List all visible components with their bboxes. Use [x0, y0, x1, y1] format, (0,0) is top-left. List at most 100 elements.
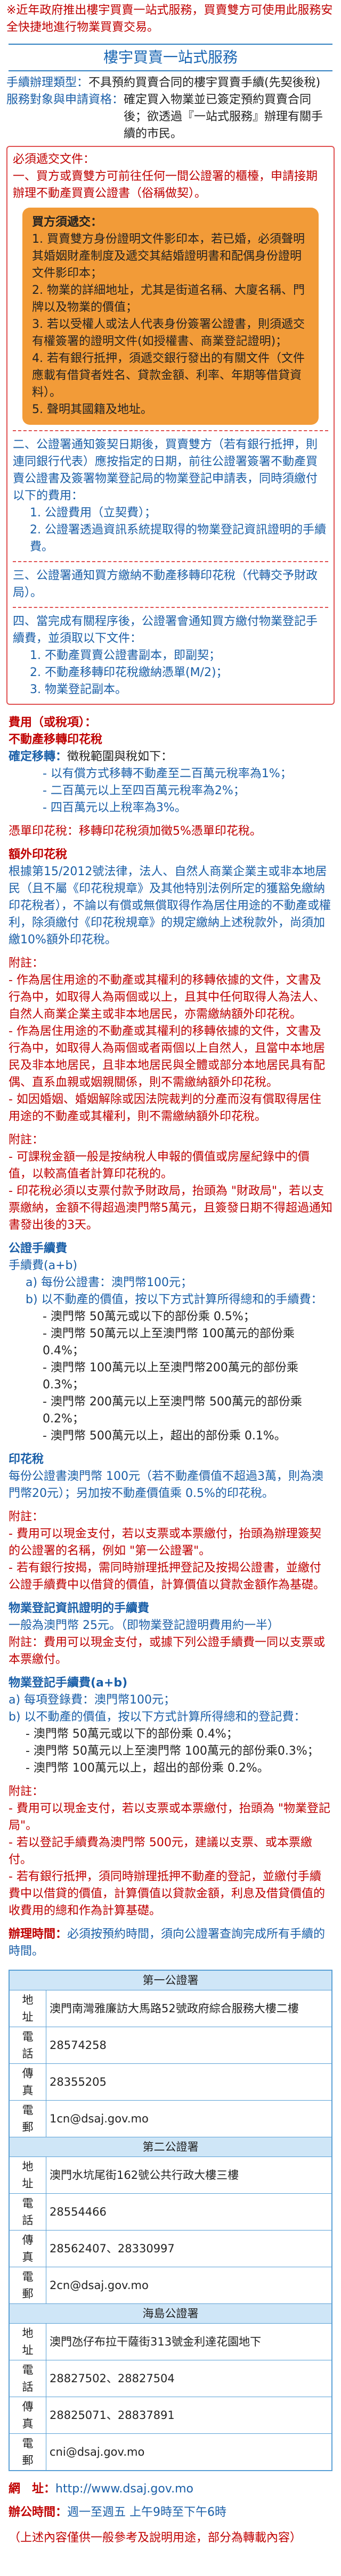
list-item: - 若以登記手續費為澳門幣 500元，建議以支票、或本票繳付。 — [9, 1836, 312, 1866]
extra-stamp-text: 根據第15/2012號法律，法人、自然人商業企業主或非本地居民（且不屬《印花稅規… — [9, 865, 331, 947]
website-row: 網 址：http://www.dsaj.gov.mo — [0, 2478, 341, 2501]
step3-text: 公證署通知買方繳納不動產移轉印花稅（代轉交予財政局）。 — [13, 569, 318, 599]
email-label: 電 郵 — [9, 2433, 46, 2471]
surcharge-text: 憑單印花稅：移轉印花稅須加徵5%憑單印花稅。 — [9, 825, 262, 838]
list-item: 4. 若有銀行抵押，須遞交銀行發出的有關文件（文件應載有借貸者姓名、貸款金額、利… — [32, 352, 305, 399]
registry-fee-section: 物業登記資訊證明的手續費 一般為澳門幣 25元。（即物業登記證明費用約一半） 附… — [0, 1597, 341, 1672]
step3-num: 三、 — [13, 569, 37, 582]
list-item: - 如因婚姻、婚姻解除或因法院裁判的分產而沒有償取得居住用途的不動產或其權利，則… — [9, 1093, 321, 1123]
appendix-heading: 附註： — [9, 957, 44, 970]
buyer-box-heading: 買方須遞交： — [32, 216, 103, 229]
step2: 二、公證署通知簽契日期後，買賣雙方（若有銀行抵押，則連同銀行代表）應按指定的日期… — [13, 437, 328, 556]
office-fax: 28355205 — [46, 2063, 332, 2101]
property-fee-heading: 物業登記手續費(a+b) — [9, 1676, 128, 1690]
office-address: 澳門南灣雅廉訪大馬路52號政府綜合服務大樓二樓 — [46, 1990, 332, 2027]
buyer-documents-list: 1. 買賣雙方身份證明文件影印本，若已婚，必須聲明其婚姻財產制度及遞交其結婚證明… — [32, 231, 309, 418]
list-item: - 印花稅必須以支票付款予財政局，抬頭為 "財政局"，若以支票繳納，金額不得超過… — [9, 1184, 332, 1232]
appendix-heading: 附註： — [9, 1510, 44, 1524]
divider — [13, 607, 328, 608]
rate-label: 確定移轉： — [9, 750, 68, 763]
divider — [13, 430, 328, 431]
list-item: - 作為居住用途的不動產或其權利的移轉依據的文件，文書及行為中，如取得人為兩個或… — [9, 1025, 326, 1089]
list-item: 3. 物業登記副本。 — [30, 683, 127, 696]
processing-value: 不具預約買賣合同的樓宇買賣手續(先契後稅) — [88, 76, 321, 89]
step4-text: 當完成有關程序後，公證署會通知買方繳付物業登記手續費，並須取以下文件： — [13, 615, 318, 645]
property-rate-list: - 澳門幣 50萬元或以下的部份乘 0.4%； - 澳門幣 50萬元以上至澳門幣… — [9, 1726, 332, 1777]
list-item: 3. 若以受權人或法人代表身份簽署公證書，則須遞交有權簽署的證明文件(如授權書、… — [32, 318, 305, 348]
step2-text: 公證署通知簽契日期後，買賣雙方（若有銀行抵押，則連同銀行代表）應按指定的日期，前… — [13, 438, 318, 503]
fees-section: 費用（或稅項）： 不動產移轉印花稅 確定移轉：徵稅範圍與稅如下： - 以有償方式… — [0, 711, 341, 820]
list-item: - 澳門幣 100萬元以上至澳門幣200萬元的部份乘 0.3%； — [43, 1361, 298, 1392]
appendix-1: 附註： - 作為居住用途的不動產或其權利的移轉依據的文件，文書及行為中，如取得人… — [0, 952, 341, 1129]
office-name: 第二公證署 — [9, 2137, 332, 2157]
list-item: 2. 公證署透過資訊系統提取得的物業登記資訊證明的手續費。 — [30, 523, 326, 554]
hours-row: 辦公時間：週一至週五 上午9時至下午6時 — [0, 2501, 341, 2524]
office-fax: 28562407、28330997 — [46, 2230, 332, 2267]
office-name: 海島公證署 — [9, 2303, 332, 2324]
office-email[interactable]: cni@dsaj.gov.mo — [46, 2433, 332, 2471]
address-label: 地 址 — [9, 2157, 46, 2194]
list-item: 2. 不動產移轉印花稅繳納憑單(M/2)； — [30, 666, 228, 679]
list-item: 1. 買賣雙方身份證明文件影印本，若已婚，必須聲明其婚姻財產制度及遞交其結婚證明… — [32, 233, 305, 280]
list-item: 1. 公證費用（立契費）； — [30, 506, 156, 520]
list-item: - 費用可以現金支付，若以支票或本票繳付，抬頭為 "物業登記局"。 — [9, 1802, 331, 1832]
target-row: 服務對象與申請資格： 確定買入物業並已簽定預約買賣合同後；欲透過『一站式服務』辦… — [6, 92, 335, 143]
website-label: 網 址： — [9, 2482, 56, 2496]
office-intro-label: 辦理時間： — [9, 1928, 68, 1941]
footer-note: （上述內容僅供一般參考及說明用途，部分為轉載內容） — [9, 2531, 302, 2545]
office-tel: 28574258 — [46, 2027, 332, 2064]
rate-list: - 以有償方式移轉不動產至二百萬元稅率為1%； - 二百萬元以上至四百萬元稅率為… — [9, 766, 332, 817]
office-email[interactable]: 2cn@dsaj.gov.mo — [46, 2267, 332, 2304]
property-fee-b: b) 以不動產的價值，按以下方式計算所得總和的登記費： — [9, 1710, 306, 1724]
list-item: - 澳門幣 200萬元以上至澳門幣 500萬元的部份乘 0.2%； — [43, 1395, 302, 1426]
page-title: 樓宇買賣一站式服務 — [9, 44, 332, 71]
step4-list: 1. 不動產買賣公證書副本，即副契； 2. 不動產移轉印花稅繳納憑單(M/2)；… — [13, 647, 328, 698]
page: ※近年政府推出樓宇買賣一站式服務，買賣雙方可使用此服務安全快捷地進行物業買賣交易… — [0, 0, 341, 2552]
stamp-transfer-rate: 確定移轉：徵稅範圍與稅如下： — [9, 748, 332, 766]
list-item: - 以有償方式移轉不動產至二百萬元稅率為1%； — [43, 767, 292, 780]
step4: 四、當完成有關程序後，公證署會通知買方繳付物業登記手續費，並須取以下文件： 1.… — [13, 613, 328, 698]
hours-label: 辦公時間： — [9, 2506, 68, 2519]
tel-label: 電 話 — [9, 2027, 46, 2064]
notary-rate-list: - 澳門幣 50萬元或以下的部份乘 0.5%； - 澳門幣 50萬元以上至澳門幣… — [9, 1308, 332, 1445]
rate-value: 徵稅範圍與稅如下： — [67, 750, 173, 763]
notary-fee-heading: 公證手續費 — [9, 1242, 68, 1255]
list-item: - 費用可以現金支付，若以支票或本票繳付，抬頭為辦理簽契的公證署的名稱，例如 "… — [9, 1527, 321, 1558]
list-item: - 澳門幣 50萬元或以下的部份乘 0.4%； — [26, 1727, 238, 1741]
fees-heading: 費用（或稅項）： — [9, 716, 97, 729]
office-address: 澳門水坑尾街162號公共行政大樓三樓 — [46, 2157, 332, 2194]
office-fax: 28825071、28837891 — [46, 2397, 332, 2434]
divider — [13, 561, 328, 562]
registry-fee-note: 附註：費用可以現金支付，或據下列公證手續費一同以支票或本票繳付。 — [9, 1636, 326, 1666]
appendix-3: 附註： - 費用可以現金支付，若以支票或本票繳付，抬頭為辦理簽契的公證署的名稱，… — [0, 1505, 341, 1597]
target-label: 服務對象與申請資格： — [6, 93, 124, 106]
processing-label: 手續辦理類型： — [6, 76, 89, 89]
office-email[interactable]: 1cn@dsaj.gov.mo — [46, 2100, 332, 2137]
list-item: - 可課稅金額一般是按納稅人申報的價值或房屋紀錄中的價值，以較高值者計算印花稅的… — [9, 1150, 310, 1181]
property-fee-a: a) 每項登錄費：澳門幣100元； — [9, 1693, 176, 1707]
office-name: 第一公證署 — [9, 1970, 332, 1990]
list-item: - 二百萬元以上至四百萬元稅率為2%； — [43, 784, 245, 797]
appendix-4: 附註： - 費用可以現金支付，若以支票或本票繳付，抬頭為 "物業登記局"。 - … — [0, 1780, 341, 1923]
documents-section: 必須遞交文件： 一、買方或賣雙方可前往任何一間公證署的櫃檯，申請接期辦理不動產買… — [6, 146, 335, 705]
notary-fee-section: 公證手續費 手續費(a+b) a) 每份公證書：澳門幣100元； b) 以不動產… — [0, 1237, 341, 1448]
website-link[interactable]: http://www.dsaj.gov.mo — [55, 2482, 193, 2496]
registry-fee-heading: 物業登記資訊證明的手續費 — [9, 1602, 150, 1615]
appendix-2: 附註： - 可課稅金額一般是按納稅人申報的價值或房屋紀錄中的價值，以較高值者計算… — [0, 1129, 341, 1237]
registry-fee-text: 一般為澳門幣 25元。（即物業登記證明費用約一半） — [9, 1619, 279, 1632]
processing-row: 手續辦理類型： 不具預約買賣合同的樓宇買賣手續(先契後稅) — [6, 75, 335, 92]
hours-text: 週一至週五 上午9時至下午6時 — [67, 2506, 227, 2519]
fax-label: 傳 真 — [9, 2230, 46, 2267]
address-label: 地 址 — [9, 2323, 46, 2360]
fax-label: 傳 真 — [9, 2397, 46, 2434]
list-item: 2. 物業的詳細地址，尤其是街道名稱、大廈名稱、門牌以及物業的價值； — [32, 284, 305, 314]
list-item: - 澳門幣 50萬元以上至澳門幣 100萬元的部份乘0.3%； — [26, 1744, 319, 1758]
tel-label: 電 話 — [9, 2193, 46, 2231]
office-address: 澳門氹仔布拉干薩街313號金利達花園地下 — [46, 2323, 332, 2360]
property-fee-section: 物業登記手續費(a+b) a) 每項登錄費：澳門幣100元； b) 以不動產的價… — [0, 1672, 341, 1780]
list-item: - 澳門幣 50萬元以上至澳門幣 100萬元的部份乘 0.4%； — [43, 1327, 295, 1357]
address-label: 地 址 — [9, 1990, 46, 2027]
list-item: - 四百萬元以上稅率為3%。 — [43, 801, 186, 814]
appendix-heading: 附註： — [9, 1785, 44, 1798]
list-item: 5. 聲明其國籍及地址。 — [32, 403, 152, 416]
